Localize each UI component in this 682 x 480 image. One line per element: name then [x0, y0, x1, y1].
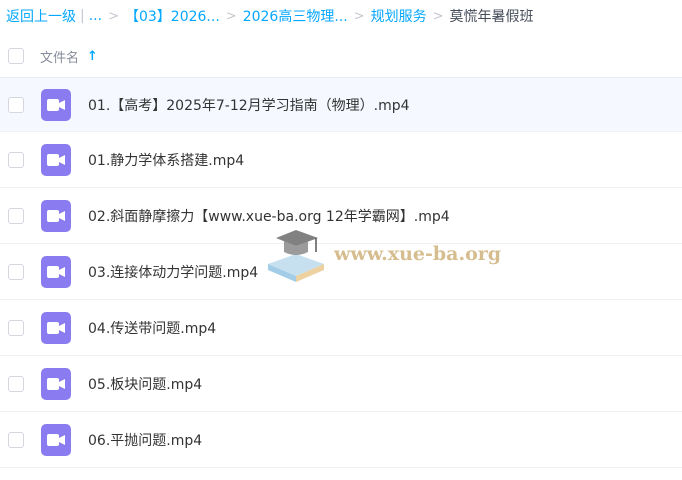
back-link[interactable]: 返回上一级 [6, 6, 76, 26]
column-header-filename[interactable]: 文件名 ↑ [40, 47, 98, 66]
video-file-icon [41, 200, 71, 232]
breadcrumb: 返回上一级 | ... > 【03】2026... > 2026高三物理... … [6, 0, 682, 32]
file-name[interactable]: 01.【高考】2025年7-12月学习指南（物理）.mp4 [88, 95, 410, 115]
file-name[interactable]: 01.静力学体系搭建.mp4 [88, 150, 244, 170]
chevron-right-icon: > [108, 8, 119, 24]
file-name[interactable]: 05.板块问题.mp4 [88, 374, 202, 394]
breadcrumb-current: 莫慌年暑假班 [449, 9, 534, 25]
file-name[interactable]: 02.斜面静摩擦力【www.xue-ba.org 12年学霸网】.mp4 [88, 206, 450, 226]
arrow-up-icon[interactable]: ↑ [87, 49, 98, 64]
video-file-icon [41, 89, 71, 121]
file-row[interactable]: 01.静力学体系搭建.mp4 [0, 133, 682, 188]
row-checkbox[interactable] [8, 97, 24, 113]
video-file-icon [41, 256, 71, 288]
file-row[interactable]: 02.斜面静摩擦力【www.xue-ba.org 12年学霸网】.mp4 [0, 189, 682, 244]
column-header-label: 文件名 [40, 50, 80, 66]
row-checkbox[interactable] [8, 152, 24, 168]
breadcrumb-ellipsis[interactable]: ... [89, 8, 102, 24]
chevron-right-icon: > [353, 8, 365, 24]
breadcrumb-item-2[interactable]: 2026高三物理... [243, 6, 348, 26]
row-checkbox[interactable] [8, 320, 24, 336]
chevron-right-icon: > [225, 8, 237, 24]
row-checkbox[interactable] [8, 208, 24, 224]
file-row[interactable]: 03.连接体动力学问题.mp4 [0, 245, 682, 300]
video-file-icon [41, 312, 71, 344]
chevron-right-icon: > [432, 8, 444, 24]
file-list-header: 文件名 ↑ [0, 36, 682, 76]
file-name[interactable]: 03.连接体动力学问题.mp4 [88, 262, 258, 282]
file-row[interactable]: 05.板块问题.mp4 [0, 357, 682, 412]
video-file-icon [41, 368, 71, 400]
row-checkbox[interactable] [8, 376, 24, 392]
video-file-icon [41, 424, 71, 456]
breadcrumb-item-3[interactable]: 规划服务 [371, 6, 427, 26]
video-file-icon [41, 144, 71, 176]
row-checkbox[interactable] [8, 264, 24, 280]
file-row[interactable]: 06.平抛问题.mp4 [0, 413, 682, 468]
select-all-checkbox[interactable] [8, 48, 24, 64]
row-checkbox[interactable] [8, 432, 24, 448]
file-row[interactable]: 01.【高考】2025年7-12月学习指南（物理）.mp4 [0, 77, 682, 132]
file-row[interactable]: 04.传送带问题.mp4 [0, 301, 682, 356]
breadcrumb-divider: | [80, 8, 85, 24]
breadcrumb-item-1[interactable]: 【03】2026... [125, 6, 220, 26]
file-name[interactable]: 06.平抛问题.mp4 [88, 430, 202, 450]
file-name[interactable]: 04.传送带问题.mp4 [88, 318, 216, 338]
